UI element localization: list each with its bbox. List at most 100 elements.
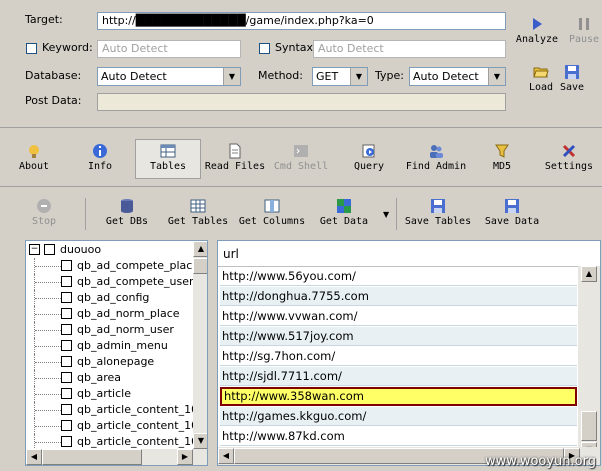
collapse-icon[interactable]: − (29, 244, 40, 255)
get-tables-button[interactable]: Get Tables (166, 198, 230, 227)
keyword-label: Keyword: (42, 41, 93, 54)
post-data-input[interactable] (97, 93, 506, 111)
get-data-dropdown-icon[interactable]: ▼ (383, 210, 389, 219)
pause-icon (579, 18, 589, 30)
data-grid[interactable]: url http://www.56you.com/http://donghua.… (217, 240, 601, 466)
tree-checkbox[interactable] (61, 324, 72, 335)
get-dbs-button[interactable]: Get DBs (102, 198, 152, 227)
scroll-thumb[interactable] (193, 258, 207, 274)
file-icon (229, 143, 241, 159)
grid-row[interactable]: http://donghua.7755.com (220, 287, 577, 306)
grid-header[interactable]: url (218, 241, 578, 267)
grid-vertical-scrollbar[interactable]: ▲ ▼ (578, 266, 600, 458)
divider (0, 127, 602, 128)
tree-checkbox[interactable] (61, 388, 72, 399)
tree-checkbox[interactable] (61, 276, 72, 287)
toolbar-find-admin-label: Find Admin (405, 161, 467, 172)
grid-row[interactable]: http://sjdl.7711.com/ (220, 367, 577, 386)
stop-button[interactable]: Stop (28, 198, 60, 227)
syntax-label: Syntax: (275, 41, 317, 54)
grid-row[interactable]: http://www.87kd.com (220, 427, 577, 446)
tree-vertical-scrollbar[interactable]: ▲ ▼ (193, 241, 207, 465)
method-select-value: GET (316, 70, 339, 83)
database-select[interactable]: Auto Detect ▼ (97, 67, 241, 86)
toolbar-about[interactable]: About (12, 143, 56, 172)
grid-row[interactable]: http://www.358wan.com (220, 387, 577, 406)
get-data-button[interactable]: Get Data (318, 198, 370, 227)
database-icon (121, 199, 133, 213)
grid-row[interactable]: http://www.56you.com/ (220, 267, 577, 286)
toolbar-read-files[interactable]: Read Files (203, 143, 267, 172)
tree-checkbox[interactable] (61, 372, 72, 383)
toolbar-separator (85, 198, 86, 230)
analyze-label: Analyze (515, 34, 559, 45)
scroll-thumb[interactable] (581, 411, 597, 441)
target-url-input[interactable]: http://█████████████/game/index.php?ka=0 (97, 12, 506, 30)
tree-horizontal-scrollbar[interactable]: ◀ ▶ (26, 449, 193, 465)
tree-item-label: qb_ad_compete_place (77, 259, 200, 272)
divider (0, 186, 602, 187)
load-button[interactable]: Load (527, 64, 555, 93)
get-columns-button[interactable]: Get Columns (236, 198, 308, 227)
tree-checkbox[interactable] (61, 308, 72, 319)
floppy-icon (505, 199, 519, 213)
toolbar-find-admin[interactable]: Find Admin (403, 143, 469, 172)
toolbar-settings[interactable]: Settings (542, 143, 596, 172)
scroll-thumb[interactable] (42, 449, 142, 465)
database-tree[interactable]: − duouoo qb_ad_compete_place qb_ad_compet… (25, 240, 208, 466)
method-label: Method: (258, 69, 303, 82)
grid-row[interactable]: http://www.vvwan.com/ (220, 307, 577, 326)
keyword-input[interactable]: Auto Detect (97, 40, 241, 58)
pause-button[interactable]: Pause (566, 16, 602, 45)
users-icon (430, 145, 443, 158)
tree-item-label: qb_article_content_101 (77, 419, 206, 432)
scroll-left-icon[interactable]: ◀ (218, 448, 234, 464)
tree-connector (35, 426, 61, 427)
query-icon (362, 144, 375, 158)
tree-checkbox[interactable] (61, 292, 72, 303)
tree-connector (35, 346, 61, 347)
method-select[interactable]: GET ▼ (312, 67, 368, 86)
scroll-right-icon[interactable]: ▶ (177, 449, 193, 465)
toolbar-md5[interactable]: MD5 (488, 143, 516, 172)
chevron-down-icon: ▼ (488, 68, 505, 85)
tree-checkbox[interactable] (61, 436, 72, 447)
tree-checkbox[interactable] (44, 244, 55, 255)
tree-item-label: qb_article_content_102 (77, 435, 206, 448)
toolbar-cmd-shell[interactable]: Cmd Shell (272, 143, 330, 172)
syntax-input[interactable]: Auto Detect (313, 40, 506, 58)
grid-row[interactable]: http://www.517joy.com (220, 327, 577, 346)
stop-icon (37, 199, 51, 213)
info-icon (93, 144, 107, 158)
scroll-left-icon[interactable]: ◀ (26, 449, 42, 465)
tree-connector (35, 330, 61, 331)
tree-checkbox[interactable] (61, 404, 72, 415)
scroll-down-icon[interactable]: ▼ (193, 433, 207, 449)
keyword-checkbox[interactable] (26, 43, 37, 54)
scroll-up-icon[interactable]: ▲ (193, 241, 207, 257)
save-tables-button[interactable]: Save Tables (404, 198, 472, 227)
md5-icon (495, 144, 509, 158)
tree-item-label: qb_article_content_100 (77, 403, 206, 416)
scroll-up-icon[interactable]: ▲ (581, 266, 597, 282)
grid-row[interactable]: http://sg.7hon.com/ (220, 347, 577, 366)
tree-connector (35, 410, 61, 411)
toolbar-tables[interactable]: Tables (135, 139, 201, 179)
tree-checkbox[interactable] (61, 260, 72, 271)
type-select[interactable]: Auto Detect ▼ (409, 67, 506, 86)
type-label: Type: (375, 69, 404, 82)
toolbar-info[interactable]: Info (80, 143, 120, 172)
tree-checkbox[interactable] (61, 340, 72, 351)
save-button[interactable]: Save (557, 64, 587, 93)
syntax-checkbox[interactable] (259, 43, 270, 54)
analyze-button[interactable]: Analyze (514, 16, 560, 45)
tree-item-label: qb_ad_norm_place (77, 307, 180, 320)
tree-checkbox[interactable] (61, 420, 72, 431)
grid-row[interactable]: http://games.kkguo.com/ (220, 407, 577, 426)
save-data-button[interactable]: Save Data (482, 198, 542, 227)
column-header-url[interactable]: url (223, 247, 239, 261)
tree-item-label: qb_area (77, 371, 121, 384)
folder-open-icon (533, 67, 549, 78)
tree-checkbox[interactable] (61, 356, 72, 367)
toolbar-query[interactable]: Query (350, 143, 388, 172)
